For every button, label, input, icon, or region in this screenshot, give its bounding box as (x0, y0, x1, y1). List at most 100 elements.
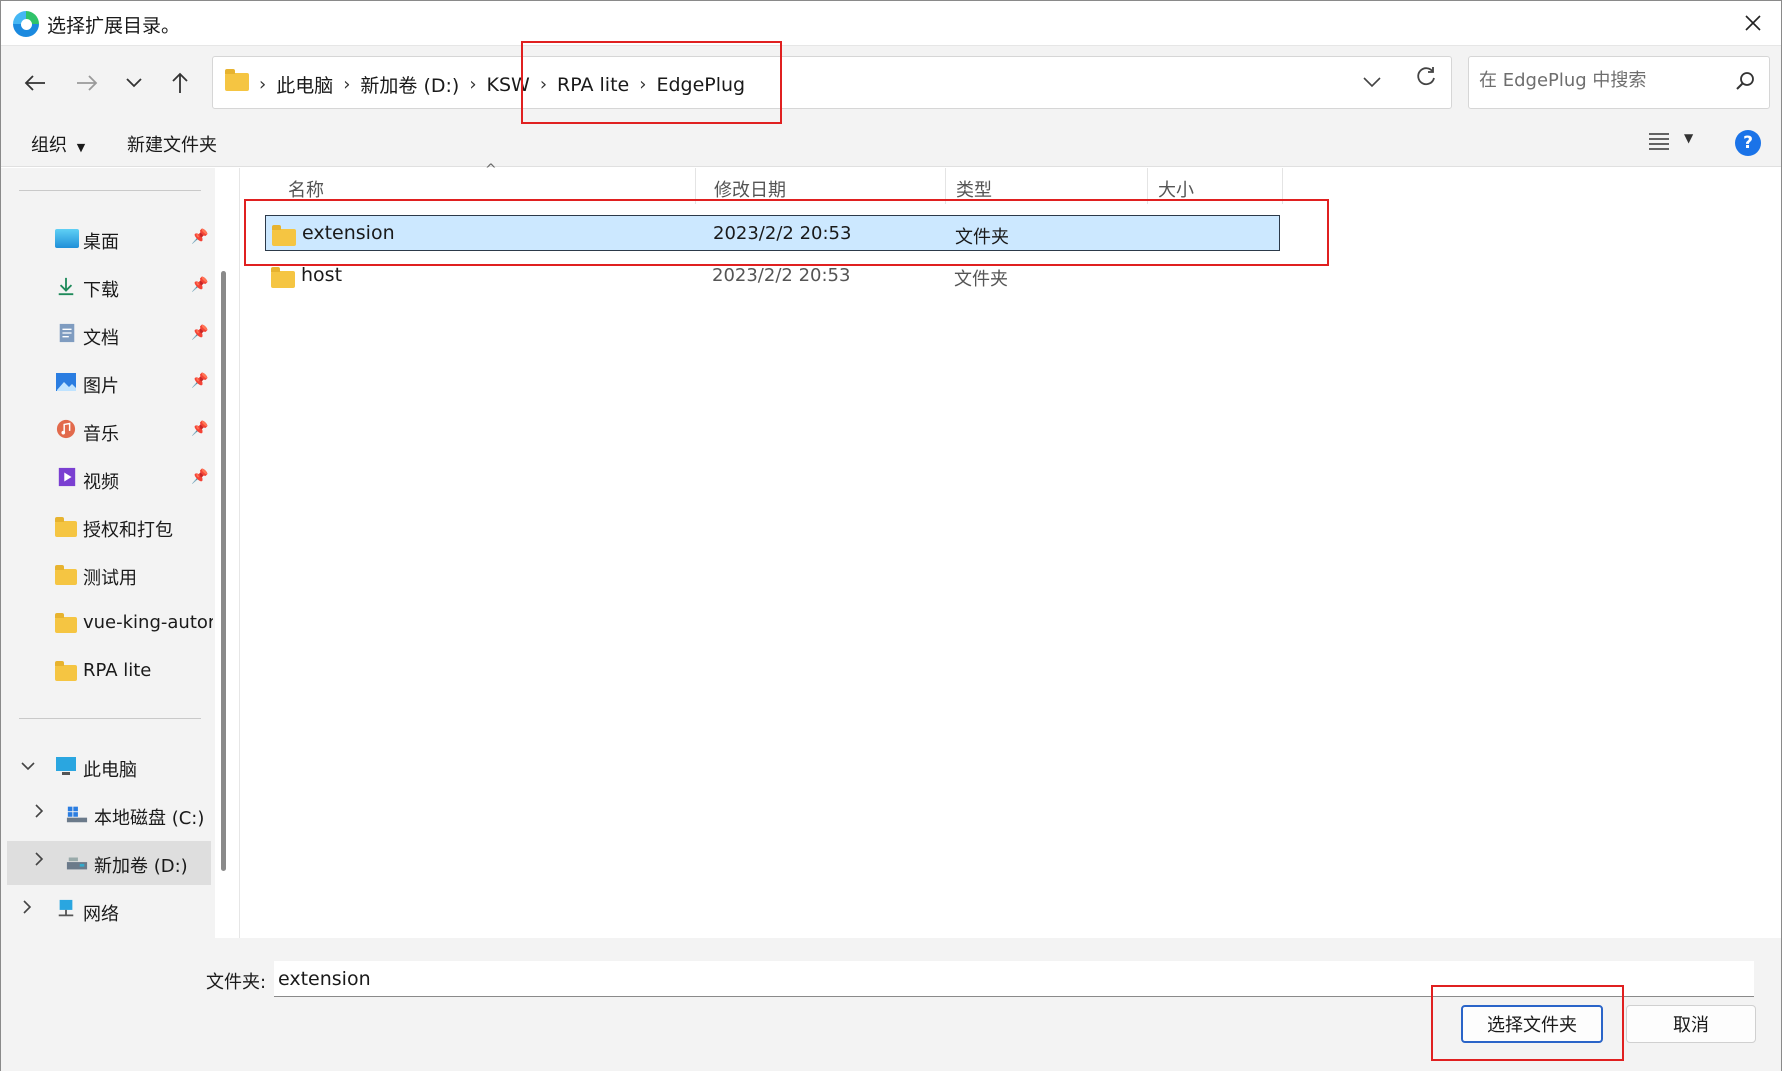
sidebar-item-drive-c[interactable]: 本地磁盘 (C:) (1, 793, 213, 837)
arrow-up-icon (172, 72, 188, 93)
sidebar-item-label: 授权和打包 (83, 520, 173, 541)
column-header-name[interactable]: 名称 (278, 168, 696, 204)
folder-icon (55, 661, 77, 681)
file-row-host[interactable]: host 2023/2/2 20:53 文件夹 (265, 258, 1280, 294)
music-icon (56, 419, 76, 439)
chevron-right-icon[interactable]: › (536, 74, 551, 95)
chevron-down-icon (126, 78, 142, 88)
organize-menu[interactable]: 组织 ▼ (31, 131, 85, 157)
sidebar-item-label: 此电脑 (83, 760, 137, 781)
close-icon (1745, 15, 1761, 31)
sidebar-item-label: 桌面 (83, 232, 119, 253)
chevron-right-icon[interactable] (23, 900, 32, 918)
pin-icon: 📌 (191, 277, 209, 293)
sidebar-item-network[interactable]: 网络 (1, 889, 213, 933)
view-options-icon[interactable] (1649, 132, 1669, 150)
drive-icon (66, 857, 88, 870)
sidebar-item-label: 测试用 (83, 568, 137, 589)
download-icon (58, 277, 74, 296)
video-icon (58, 467, 76, 487)
back-button[interactable] (18, 66, 52, 100)
folder-icon (55, 517, 77, 537)
dialog-title: 选择扩展目录。 (47, 15, 181, 37)
computer-icon (56, 757, 76, 775)
breadcrumb-drive-d[interactable]: 新加卷 (D:) (354, 71, 465, 98)
sidebar-item-downloads[interactable]: 下载 📌 (1, 265, 213, 309)
sidebar-item-documents[interactable]: 文档 📌 (1, 313, 213, 357)
search-input[interactable] (1479, 70, 1719, 91)
sidebar-item-this-pc[interactable]: 此电脑 (1, 745, 213, 789)
chevron-down-icon (1363, 77, 1381, 88)
sidebar-item-label: RPA lite (83, 660, 152, 681)
folder-name-input[interactable] (274, 961, 1754, 997)
folder-picker-dialog: 选择扩展目录。 › 此电脑 › 新加卷 (D:) › KSW › RPA lit… (0, 0, 1782, 1071)
breadcrumb-rpa-lite[interactable]: RPA lite (551, 74, 635, 96)
chevron-right-icon[interactable] (35, 804, 44, 822)
file-type: 文件夹 (954, 269, 1008, 290)
search-icon[interactable] (1735, 71, 1755, 91)
file-type: 文件夹 (955, 227, 1009, 248)
system-drive-icon (66, 806, 88, 823)
chevron-right-icon[interactable]: › (339, 74, 354, 95)
breadcrumb-this-pc[interactable]: 此电脑 (270, 71, 339, 98)
address-history-button[interactable] (1363, 69, 1381, 93)
search-box[interactable] (1468, 56, 1770, 109)
command-bar: 组织 ▼ 新建文件夹 ▼ ? (1, 117, 1781, 167)
sidebar-item-pictures[interactable]: 图片 📌 (1, 361, 213, 405)
file-row-extension[interactable]: extension 2023/2/2 20:53 文件夹 (265, 215, 1280, 251)
caret-down-icon[interactable]: ▼ (1684, 131, 1693, 145)
close-button[interactable] (1737, 7, 1769, 39)
sidebar-item-folder-auth[interactable]: 授权和打包 (1, 505, 213, 549)
cancel-button[interactable]: 取消 (1626, 1005, 1756, 1043)
folder-icon (55, 613, 77, 633)
breadcrumb: › 此电脑 › 新加卷 (D:) › KSW › RPA lite › Edge… (255, 71, 751, 98)
pictures-icon (56, 373, 76, 391)
column-header-type[interactable]: 类型 (946, 168, 1148, 204)
column-header-modified[interactable]: 修改日期 (704, 168, 946, 204)
edge-app-icon (13, 11, 39, 37)
chevron-right-icon[interactable] (35, 852, 44, 870)
sidebar-item-videos[interactable]: 视频 📌 (1, 457, 213, 501)
chevron-down-icon[interactable] (21, 757, 35, 775)
select-folder-button[interactable]: 选择文件夹 (1461, 1005, 1603, 1043)
chevron-right-icon[interactable]: › (465, 74, 480, 95)
chevron-right-icon: › (259, 74, 267, 95)
breadcrumb-ksw[interactable]: KSW (481, 74, 536, 96)
arrow-left-icon (24, 75, 45, 91)
document-icon (59, 323, 75, 343)
organize-label: 组织 (31, 135, 67, 156)
sidebar-item-label: 视频 (83, 472, 119, 493)
forward-button[interactable] (70, 66, 104, 100)
sidebar-item-desktop[interactable]: 桌面 📌 (1, 217, 213, 261)
sidebar-item-folder-vue[interactable]: vue-king-autor (1, 601, 213, 645)
breadcrumb-edgeplug[interactable]: EdgePlug (650, 74, 751, 96)
column-header-size[interactable]: 大小 (1148, 168, 1283, 204)
sidebar-item-music[interactable]: 音乐 📌 (1, 409, 213, 453)
sidebar-item-label: 文档 (83, 328, 119, 349)
sidebar-item-folder-rpa-lite[interactable]: RPA lite (1, 649, 213, 693)
chevron-right-icon[interactable]: › (635, 74, 650, 95)
folder-icon (271, 267, 295, 288)
file-modified: 2023/2/2 20:53 (712, 265, 851, 286)
dialog-footer: 文件夹: 选择文件夹 取消 (1, 938, 1781, 1071)
recent-locations-button[interactable] (117, 66, 151, 100)
sidebar-scrollbar[interactable] (221, 271, 226, 871)
file-name: host (301, 264, 343, 286)
desktop-icon (55, 229, 79, 248)
help-icon[interactable]: ? (1735, 130, 1761, 156)
pin-icon: 📌 (191, 229, 209, 245)
file-list: ^ 名称 修改日期 类型 大小 extension 2023/2/2 20:53… (239, 162, 1781, 938)
up-button[interactable] (163, 66, 197, 100)
address-bar[interactable]: › 此电脑 › 新加卷 (D:) › KSW › RPA lite › Edge… (212, 56, 1452, 109)
divider (19, 190, 201, 191)
folder-icon (272, 225, 296, 246)
refresh-button[interactable] (1415, 66, 1437, 94)
new-folder-button[interactable]: 新建文件夹 (127, 131, 217, 157)
pin-icon: 📌 (191, 373, 209, 389)
sidebar-item-label: 音乐 (83, 424, 119, 445)
network-icon (58, 899, 74, 917)
sidebar-item-drive-d[interactable]: 新加卷 (D:) (7, 841, 211, 885)
sidebar-item-folder-test[interactable]: 测试用 (1, 553, 213, 597)
sidebar-item-label: 网络 (83, 904, 119, 925)
caret-down-icon: ▼ (76, 141, 86, 154)
